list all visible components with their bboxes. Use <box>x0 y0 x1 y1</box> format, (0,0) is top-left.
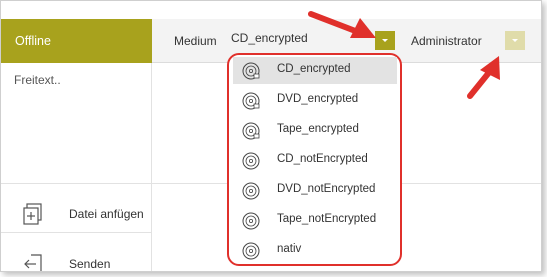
left-panel: Freitext.. <box>1 63 152 271</box>
send-button[interactable]: Senden <box>23 251 153 271</box>
menu-item-label: DVD_encrypted <box>277 93 359 105</box>
chevron-down-icon <box>382 39 388 42</box>
medium-dropdown-menu: CD_encrypted DVD_encrypted Tape_encrypte… <box>227 53 402 266</box>
disc-lock-icon <box>242 62 260 80</box>
disc-icon <box>242 182 260 200</box>
annotation-arrow-icon <box>467 56 500 99</box>
menu-item[interactable]: CD_notEncrypted <box>233 147 397 174</box>
user-dropdown-button[interactable] <box>505 31 525 50</box>
menu-item[interactable]: DVD_notEncrypted <box>233 177 397 204</box>
attach-file-label: Datei anfügen <box>69 207 144 221</box>
medium-select-value[interactable]: CD_encrypted <box>231 31 308 45</box>
chevron-down-icon <box>512 39 518 42</box>
menu-item[interactable]: Tape_encrypted <box>233 117 397 144</box>
annotation-arrow-icon <box>308 11 376 38</box>
menu-item[interactable]: DVD_encrypted <box>233 87 397 114</box>
menu-item[interactable]: nativ <box>233 237 397 264</box>
status-offline[interactable]: Offline <box>1 19 152 63</box>
disc-icon <box>242 212 260 230</box>
menu-item[interactable]: Tape_notEncrypted <box>233 207 397 234</box>
user-select-value[interactable]: Administrator <box>411 34 482 48</box>
menu-item-label: nativ <box>277 243 302 255</box>
attach-file-button[interactable]: Datei anfügen <box>23 201 153 229</box>
divider <box>1 232 152 233</box>
disc-lock-icon <box>242 92 260 110</box>
send-icon <box>24 254 42 271</box>
menu-item-label: DVD_notEncrypted <box>277 183 376 195</box>
send-label: Senden <box>69 257 111 271</box>
disc-lock-icon <box>242 122 260 140</box>
menu-item-label: Tape_notEncrypted <box>277 213 377 225</box>
menu-item-label: CD_encrypted <box>277 63 351 75</box>
menu-item-label: CD_notEncrypted <box>277 153 368 165</box>
medium-label: Medium <box>174 34 217 48</box>
freetext-field[interactable]: Freitext.. <box>14 73 61 87</box>
disc-icon <box>242 152 260 170</box>
disc-icon <box>242 242 260 260</box>
attach-icon <box>23 203 42 225</box>
menu-item[interactable]: CD_encrypted <box>233 57 397 84</box>
menu-item-label: Tape_encrypted <box>277 123 359 135</box>
